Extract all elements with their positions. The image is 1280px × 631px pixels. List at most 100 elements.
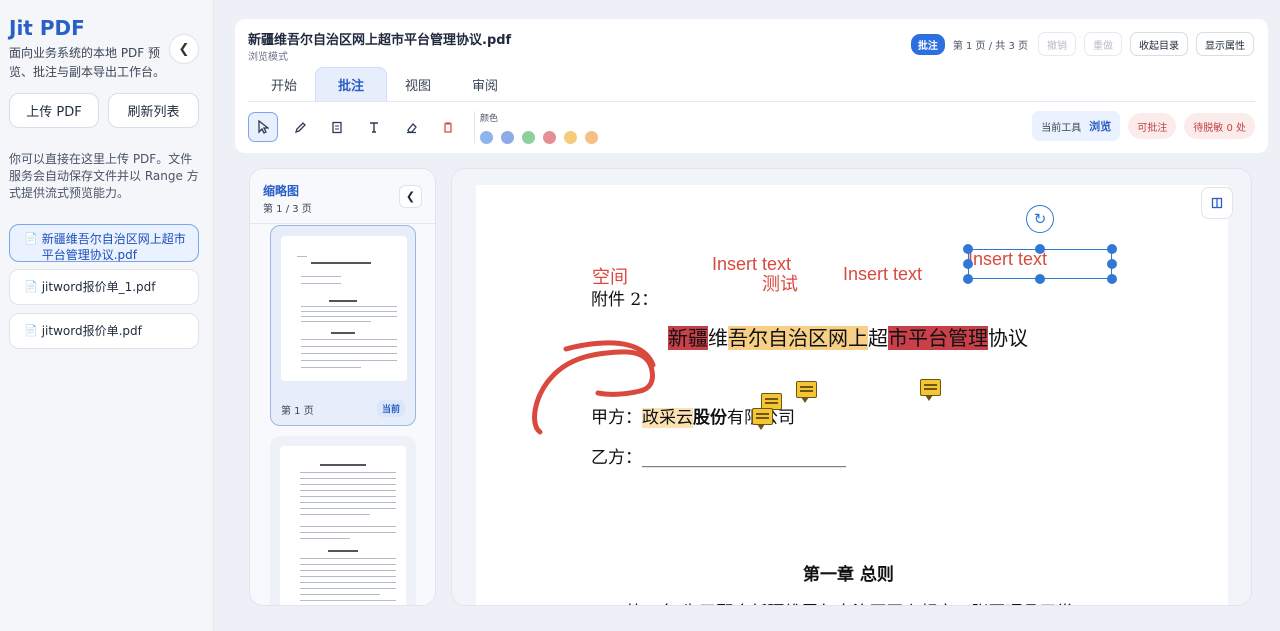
- view-mode: 浏览模式: [248, 52, 288, 63]
- resize-handle[interactable]: [1035, 274, 1045, 284]
- document-heading: 新疆维吾尔自治区网上超市平台管理协议: [668, 326, 1028, 350]
- eraser-icon: [406, 122, 417, 133]
- note-icon: [332, 121, 342, 133]
- highlight-red[interactable]: 新疆: [668, 326, 708, 350]
- pending-redaction-badge: 待脱敏 0 处: [1184, 113, 1255, 139]
- file-icon: 📄: [24, 324, 38, 337]
- tab-divider: [248, 101, 1255, 102]
- undo-button[interactable]: 撤销: [1038, 32, 1076, 56]
- sidebar-collapse-button[interactable]: ❮: [169, 34, 199, 64]
- pdf-page[interactable]: 空间 Insert text 测试 Insert text Insert tex…: [476, 185, 1228, 605]
- sticky-note-icon[interactable]: [920, 379, 941, 401]
- file-icon: 📄: [24, 232, 38, 245]
- pdf-viewer[interactable]: 空间 Insert text 测试 Insert text Insert tex…: [451, 168, 1252, 606]
- chevron-left-icon: ❮: [405, 190, 416, 203]
- chapter-heading: 第一章 总则: [803, 565, 894, 585]
- file-name: jitword报价单.pdf: [41, 324, 142, 338]
- toolbar-divider: [474, 111, 475, 143]
- redo-button[interactable]: 重做: [1084, 32, 1122, 56]
- upload-pdf-button[interactable]: 上传 PDF: [9, 93, 99, 128]
- highlight-red[interactable]: 市平台管理: [888, 326, 988, 350]
- rotate-handle[interactable]: ↻: [1026, 205, 1054, 233]
- thumbnail-divider: [250, 223, 435, 224]
- color-swatch[interactable]: [585, 131, 598, 144]
- toggle-toc-button[interactable]: 收起目录: [1130, 32, 1188, 56]
- thumbnail-title: 缩略图: [263, 184, 300, 198]
- text-annotation[interactable]: Insert text: [843, 264, 922, 285]
- show-properties-button[interactable]: 显示属性: [1196, 32, 1254, 56]
- thumbnail-image: [280, 446, 406, 605]
- current-tool: 当前工具 浏览: [1032, 111, 1121, 141]
- pen-tool-button[interactable]: [285, 112, 315, 142]
- thumbnail-collapse-button[interactable]: ❮: [399, 185, 422, 208]
- ribbon-tabs: 开始 批注 视图 审阅: [248, 67, 516, 101]
- editor-header: 新疆维吾尔自治区网上超市平台管理协议.pdf 浏览模式 批注 第 1 页 / 共…: [235, 19, 1268, 153]
- file-name: 新疆维吾尔自治区网上超市平台管理协议.pdf: [41, 232, 186, 262]
- status-area: 当前工具 浏览 可批注 待脱敏 0 处: [1032, 111, 1255, 141]
- color-picker: 颜色: [480, 111, 598, 144]
- file-item[interactable]: 📄 新疆维吾尔自治区网上超市平台管理协议.pdf: [9, 224, 199, 262]
- thumbnail-page-indicator: 第 1 / 3 页: [263, 204, 312, 215]
- resize-handle[interactable]: [1107, 259, 1117, 269]
- text-tool-button[interactable]: [359, 112, 389, 142]
- color-label: 颜色: [480, 114, 499, 124]
- sticky-note-icon[interactable]: [796, 381, 817, 403]
- resize-handle[interactable]: [1107, 244, 1117, 254]
- sticky-note-icon[interactable]: [752, 408, 773, 430]
- properties-panel-toggle[interactable]: [1201, 187, 1233, 219]
- current-tool-value: 浏览: [1089, 120, 1112, 133]
- thumbnail-label: 第 1 页: [281, 406, 314, 417]
- resize-handle[interactable]: [963, 259, 973, 269]
- sidebar: Jit PDF 面向业务系统的本地 PDF 预览、批注与副本导出工作台。 ❮ 上…: [0, 0, 214, 631]
- app-description: 面向业务系统的本地 PDF 预览、批注与副本导出工作台。: [9, 46, 166, 79]
- thumbnail-page-1[interactable]: 第 1 页 当前: [270, 225, 416, 426]
- resize-handle[interactable]: [1107, 274, 1117, 284]
- attachment-label: 附件 2：: [591, 290, 659, 310]
- text-icon: [370, 121, 378, 133]
- file-item[interactable]: 📄 jitword报价单_1.pdf: [9, 269, 199, 305]
- resize-handle[interactable]: [963, 244, 973, 254]
- tab-view[interactable]: 视图: [382, 67, 454, 101]
- pen-icon: [294, 121, 306, 133]
- tab-annotate[interactable]: 批注: [315, 67, 387, 101]
- resize-handle[interactable]: [1035, 244, 1045, 254]
- color-swatch[interactable]: [522, 131, 535, 144]
- file-name: jitword报价单_1.pdf: [41, 280, 156, 294]
- color-swatch[interactable]: [564, 131, 577, 144]
- thumbnail-image: [281, 236, 407, 381]
- cursor-icon: [258, 120, 269, 134]
- app-title: Jit PDF: [9, 16, 85, 40]
- mode-badge: 批注: [910, 33, 945, 55]
- current-page-badge: 当前: [376, 400, 405, 417]
- select-tool-button[interactable]: [248, 112, 278, 142]
- chevron-left-icon: ❮: [178, 41, 190, 57]
- annotatable-badge: 可批注: [1128, 113, 1177, 139]
- resize-handle[interactable]: [963, 274, 973, 284]
- page-indicator: 第 1 页 / 共 3 页: [952, 40, 1028, 52]
- highlight-yellow[interactable]: 政采云: [642, 408, 693, 428]
- note-tool-button[interactable]: [322, 112, 352, 142]
- highlight-yellow[interactable]: 吾尔自治区网上: [728, 326, 868, 350]
- annotation-toolbar: [248, 111, 475, 143]
- refresh-list-button[interactable]: 刷新列表: [108, 93, 199, 128]
- tab-start[interactable]: 开始: [248, 67, 320, 101]
- eraser-tool-button[interactable]: [396, 112, 426, 142]
- sidebar-panel-icon: [1211, 197, 1223, 209]
- thumbnail-page-2[interactable]: [270, 436, 416, 605]
- upload-hint: 你可以直接在这里上传 PDF。文件服务会自动保存文件并以 Range 方式提供流…: [9, 152, 199, 200]
- color-swatch[interactable]: [501, 131, 514, 144]
- trash-icon: [444, 121, 452, 133]
- file-item[interactable]: 📄 jitword报价单.pdf: [9, 313, 199, 349]
- delete-tool-button[interactable]: [433, 112, 463, 142]
- color-swatch[interactable]: [543, 131, 556, 144]
- rotate-icon: ↻: [1033, 210, 1047, 228]
- text-annotation[interactable]: 测试: [762, 270, 798, 296]
- document-title: 新疆维吾尔自治区网上超市平台管理协议.pdf: [248, 33, 512, 48]
- party-b-line: 乙方：________________________: [591, 448, 846, 468]
- color-swatch[interactable]: [480, 131, 493, 144]
- thumbnail-panel: 缩略图 第 1 / 3 页 ❮ 第 1 页 当前: [249, 168, 436, 606]
- file-icon: 📄: [24, 280, 38, 293]
- tab-review[interactable]: 审阅: [449, 67, 521, 101]
- article-text: 第一条 为了配合新疆维吾尔自治区网上超市，张国瑁品平常: [626, 598, 1073, 605]
- current-tool-label: 当前工具: [1041, 122, 1082, 134]
